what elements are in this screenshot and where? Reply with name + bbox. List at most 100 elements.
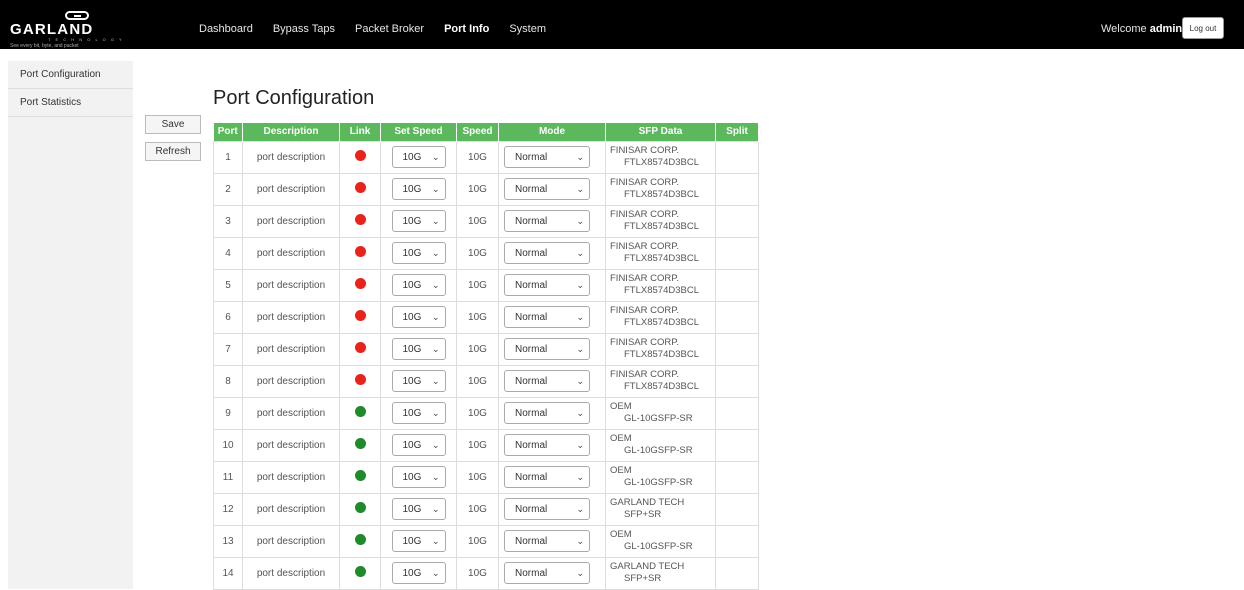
mode-select[interactable]: Normal ⌄ xyxy=(504,466,590,488)
set-speed-select[interactable]: 10G ⌄ xyxy=(391,562,446,584)
chevron-down-icon: ⌄ xyxy=(431,343,440,354)
port-description[interactable]: port description xyxy=(242,140,340,174)
speed-value: 10G xyxy=(456,204,499,238)
chevron-down-icon: ⌄ xyxy=(431,311,440,322)
port-number: 1 xyxy=(213,140,243,174)
set-speed-select[interactable]: 10G ⌄ xyxy=(391,466,446,488)
mode-select[interactable]: Normal ⌄ xyxy=(504,402,590,424)
sfp-part-number: GL-10GSFP-SR xyxy=(624,541,693,552)
speed-value: 10G xyxy=(456,524,499,558)
port-description[interactable]: port description xyxy=(242,524,340,558)
mode-select[interactable]: Normal ⌄ xyxy=(504,274,590,296)
port-description[interactable]: port description xyxy=(242,204,340,238)
mode-select[interactable]: Normal ⌄ xyxy=(504,210,590,232)
nav-packet-broker[interactable]: Packet Broker xyxy=(355,23,424,35)
set-speed-select[interactable]: 10G ⌄ xyxy=(391,210,446,232)
sfp-vendor: GARLAND TECH xyxy=(610,561,685,572)
port-description[interactable]: port description xyxy=(242,396,340,430)
table-header-row: Port Description Link Set Speed Speed Mo… xyxy=(213,123,759,141)
mode-select[interactable]: Normal ⌄ xyxy=(504,370,590,392)
link-status xyxy=(339,332,381,366)
set-speed-cell: 10G ⌄ xyxy=(380,140,457,174)
mode-value: Normal xyxy=(515,311,548,323)
port-description[interactable]: port description xyxy=(242,332,340,366)
sfp-part-number: FTLX8574D3BCL xyxy=(624,253,699,264)
refresh-button[interactable]: Refresh xyxy=(145,142,201,161)
port-description[interactable]: port description xyxy=(242,172,340,206)
sfp-vendor: FINISAR CORP. xyxy=(610,273,679,284)
port-description[interactable]: port description xyxy=(242,268,340,302)
sidebar-item-port-statistics[interactable]: Port Statistics xyxy=(8,89,133,117)
set-speed-select[interactable]: 10G ⌄ xyxy=(391,178,446,200)
split-cell xyxy=(715,460,759,494)
logout-button[interactable]: Log out xyxy=(1182,17,1224,39)
port-configuration-table: Port Description Link Set Speed Speed Mo… xyxy=(213,123,759,590)
link-status xyxy=(339,268,381,302)
mode-select[interactable]: Normal ⌄ xyxy=(504,338,590,360)
mode-select[interactable]: Normal ⌄ xyxy=(504,242,590,264)
table-row: 6 port description 10G ⌄ 10G Normal ⌄ FINISAR C… xyxy=(213,300,759,334)
split-cell xyxy=(715,556,759,590)
sfp-part-number: GL-10GSFP-SR xyxy=(624,477,693,488)
nav-system[interactable]: System xyxy=(509,23,546,35)
set-speed-select[interactable]: 10G ⌄ xyxy=(391,306,446,328)
set-speed-select[interactable]: 10G ⌄ xyxy=(391,530,446,552)
mode-select[interactable]: Normal ⌄ xyxy=(504,178,590,200)
set-speed-select[interactable]: 10G ⌄ xyxy=(391,274,446,296)
sidebar-item-port-configuration[interactable]: Port Configuration xyxy=(8,61,133,89)
port-description[interactable]: port description xyxy=(242,428,340,462)
set-speed-cell: 10G ⌄ xyxy=(380,300,457,334)
set-speed-select[interactable]: 10G ⌄ xyxy=(391,370,446,392)
column-header-split: Split xyxy=(715,123,759,141)
column-header-set-speed: Set Speed xyxy=(380,123,457,141)
port-description[interactable]: port description xyxy=(242,364,340,398)
nav-dashboard[interactable]: Dashboard xyxy=(199,23,253,35)
port-number: 2 xyxy=(213,172,243,206)
mode-select[interactable]: Normal ⌄ xyxy=(504,146,590,168)
port-description[interactable]: port description xyxy=(242,556,340,590)
sfp-part-number: FTLX8574D3BCL xyxy=(624,221,699,232)
mode-cell: Normal ⌄ xyxy=(498,396,606,430)
nav-bypass-taps[interactable]: Bypass Taps xyxy=(273,23,335,35)
mode-select[interactable]: Normal ⌄ xyxy=(504,498,590,520)
set-speed-select[interactable]: 10G ⌄ xyxy=(391,242,446,264)
port-number: 11 xyxy=(213,460,243,494)
top-navbar: GARLAND T E C H N O L O G Y See every bi… xyxy=(0,0,1244,49)
set-speed-cell: 10G ⌄ xyxy=(380,172,457,206)
set-speed-select[interactable]: 10G ⌄ xyxy=(391,434,446,456)
speed-value: 10G xyxy=(456,460,499,494)
nav-port-info[interactable]: Port Info xyxy=(444,23,489,35)
set-speed-select[interactable]: 10G ⌄ xyxy=(391,402,446,424)
chevron-down-icon: ⌄ xyxy=(576,535,584,546)
sfp-part-number: GL-10GSFP-SR xyxy=(624,413,693,424)
sfp-data: FINISAR CORP. FTLX8574D3BCL xyxy=(605,332,716,366)
set-speed-select[interactable]: 10G ⌄ xyxy=(391,338,446,360)
save-button[interactable]: Save xyxy=(145,115,201,134)
mode-select[interactable]: Normal ⌄ xyxy=(504,306,590,328)
sfp-vendor: FINISAR CORP. xyxy=(610,209,679,220)
mode-select[interactable]: Normal ⌄ xyxy=(504,562,590,584)
port-description[interactable]: port description xyxy=(242,236,340,270)
mode-select[interactable]: Normal ⌄ xyxy=(504,434,590,456)
chevron-down-icon: ⌄ xyxy=(431,407,440,418)
port-description[interactable]: port description xyxy=(242,460,340,494)
mode-value: Normal xyxy=(515,439,548,451)
port-number: 12 xyxy=(213,492,243,526)
link-status-dot-icon xyxy=(354,278,366,289)
garland-logo[interactable]: GARLAND T E C H N O L O G Y See every bi… xyxy=(10,11,160,49)
mode-cell: Normal ⌄ xyxy=(498,556,606,590)
port-description[interactable]: port description xyxy=(242,300,340,334)
set-speed-select[interactable]: 10G ⌄ xyxy=(391,498,446,520)
mode-cell: Normal ⌄ xyxy=(498,140,606,174)
split-cell xyxy=(715,268,759,302)
set-speed-select[interactable]: 10G ⌄ xyxy=(391,146,446,168)
port-description[interactable]: port description xyxy=(242,492,340,526)
sidebar: Port Configuration Port Statistics xyxy=(8,61,133,589)
speed-value: 10G xyxy=(456,236,499,270)
sfp-part-number: GL-10GSFP-SR xyxy=(624,445,693,456)
mode-select[interactable]: Normal ⌄ xyxy=(504,530,590,552)
link-status xyxy=(339,364,381,398)
chevron-down-icon: ⌄ xyxy=(576,439,584,450)
mode-value: Normal xyxy=(515,279,548,291)
chevron-down-icon: ⌄ xyxy=(576,567,584,578)
